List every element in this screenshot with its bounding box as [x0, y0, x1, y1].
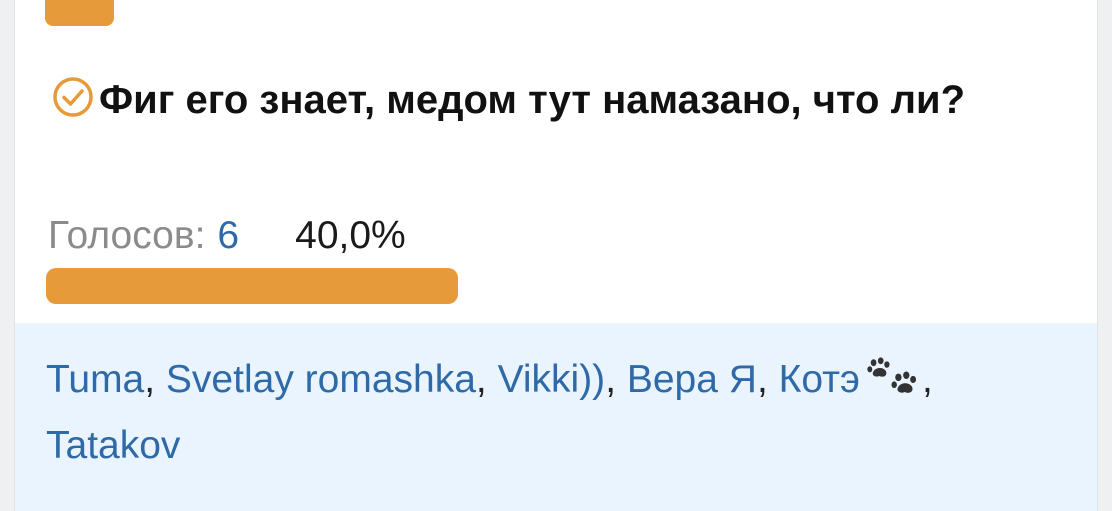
- voter-link[interactable]: Tatakov: [46, 424, 180, 467]
- voter-link[interactable]: Вера Я: [627, 358, 757, 401]
- voter-link[interactable]: Котэ: [779, 358, 860, 401]
- poll-option-text: Фиг его знает, медом тут намазано, что л…: [99, 78, 965, 122]
- poll-card: Фиг его знает, медом тут намазано, что л…: [14, 0, 1098, 511]
- check-circle-icon: [53, 77, 93, 117]
- previous-option-progress-bar: [45, 0, 114, 26]
- voter-separator: ,: [144, 358, 166, 401]
- voter-separator: ,: [756, 358, 779, 401]
- option-progress-track: [46, 268, 1076, 304]
- paw-prints-icon: [867, 357, 916, 393]
- poll-option-title: Фиг его знает, медом тут намазано, что л…: [51, 70, 1071, 130]
- voter-link[interactable]: Vikki)): [498, 358, 606, 401]
- voter-link[interactable]: Svetlay romashka: [166, 358, 476, 401]
- votes-label: Голосов:: [48, 214, 206, 257]
- votes-percent: 40,0%: [295, 214, 406, 257]
- voter-separator: ,: [605, 358, 627, 401]
- voter-link[interactable]: Tuma: [46, 358, 144, 401]
- voter-separator: ,: [921, 358, 933, 401]
- voters-list: Tuma, Svetlay romashka, Vikki)), Вера Я,…: [15, 323, 1097, 511]
- voter-separator: ,: [475, 358, 498, 401]
- votes-row: Голосов: 6 40,0%: [48, 208, 406, 264]
- option-progress-fill: [46, 268, 458, 304]
- votes-count-link[interactable]: 6: [217, 214, 239, 257]
